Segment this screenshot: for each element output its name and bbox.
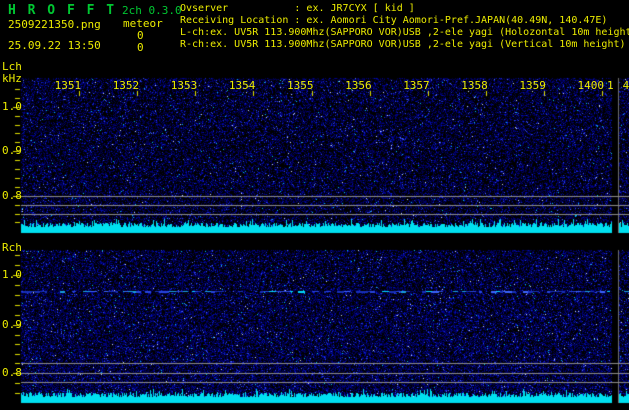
mode-label: meteor xyxy=(123,17,163,30)
time-label: 1400 xyxy=(577,79,605,92)
location-line: Receiving Location : ex. Aomori City Aom… xyxy=(180,15,608,26)
observer-line: Ovserver : ex. JR7CYX [ kid ] xyxy=(180,3,415,14)
lch-freq-0.9: 0.9 xyxy=(2,144,22,157)
datetime-label: 25.09.22 13:50 xyxy=(8,39,101,52)
time-label: 1354 xyxy=(228,79,256,92)
echo-count-top: 0 xyxy=(137,29,144,42)
hrofft-screen: H R O F F T 2ch 0.3.0 2509221350.png met… xyxy=(0,0,629,410)
app-version: 2ch 0.3.0 xyxy=(122,4,182,17)
time-label: 1357 xyxy=(403,79,430,92)
time-label: 1358 xyxy=(461,79,488,92)
lch-freq-1.0: 1.0 xyxy=(2,100,22,113)
rch-rig-line: R-ch:ex. UV5R 113.900Mhz(SAPPORO VOR)USB… xyxy=(180,39,626,50)
lch-label: Lch xyxy=(2,60,22,73)
echo-count-bottom: 0 xyxy=(137,41,144,54)
time-label-edge: 14 xyxy=(607,79,629,92)
spectrogram-canvas xyxy=(0,0,629,410)
khz-unit-label: kHz xyxy=(2,72,22,85)
time-label: 1355 xyxy=(287,79,314,92)
lch-rig-line: L-ch:ex. UV5R 113.900Mhz(SAPPORO VOR)USB… xyxy=(180,27,629,38)
output-filename: 2509221350.png xyxy=(8,18,101,31)
time-label: 1351 xyxy=(54,79,82,92)
rch-freq-0.9: 0.9 xyxy=(2,318,22,331)
time-label: 1356 xyxy=(345,79,372,92)
time-label: 1359 xyxy=(519,79,546,92)
rch-freq-0.8: 0.8 xyxy=(2,366,22,379)
time-label: 1353 xyxy=(170,79,198,92)
rch-freq-1.0: 1.0 xyxy=(2,268,22,281)
lch-freq-0.8: 0.8 xyxy=(2,189,22,202)
time-label: 1352 xyxy=(112,79,140,92)
app-title: H R O F F T xyxy=(8,3,117,18)
rch-label: Rch xyxy=(2,241,22,254)
